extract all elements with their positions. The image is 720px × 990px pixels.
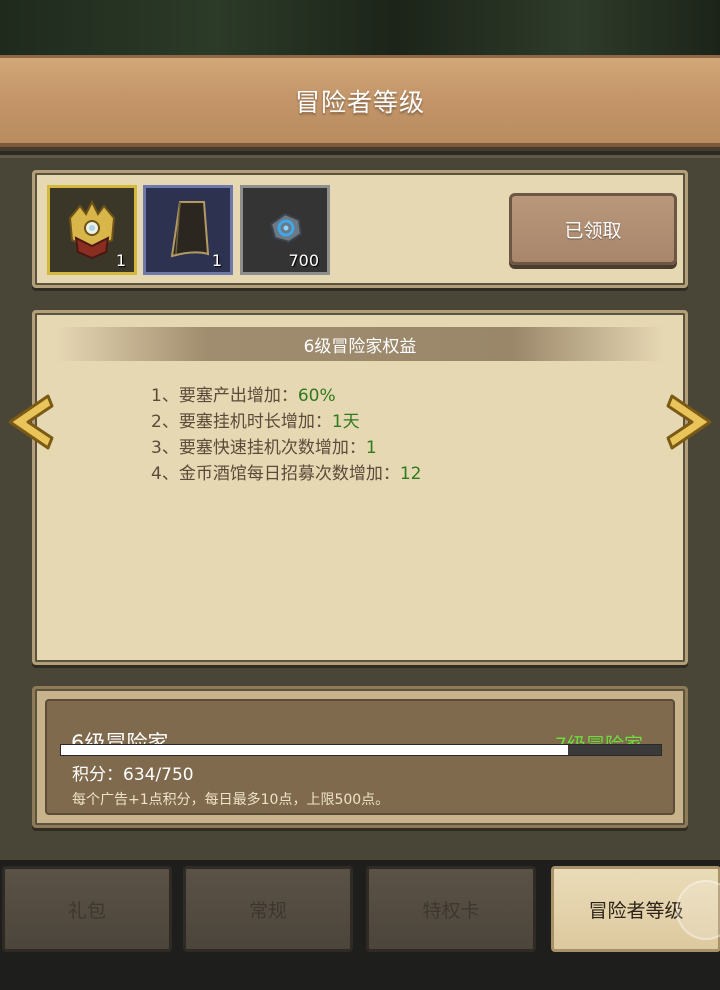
benefits-title: 6级冒险家权益 (55, 327, 665, 361)
item-count: 1 (115, 251, 126, 270)
benefit-item: 4、金币酒馆每日招募次数增加：12 (151, 459, 421, 485)
reward-item-helmet[interactable]: 1 (47, 185, 137, 275)
points-note: 每个广告+1点积分，每日最多10点，上限500点。 (72, 792, 390, 808)
level-progress-fill (61, 745, 568, 755)
benefit-item: 3、要塞快速挂机次数增加：1 (151, 433, 421, 459)
tab-gift-pack[interactable]: 礼包 (2, 866, 172, 952)
reward-item-cloak[interactable]: 1 (143, 185, 233, 275)
prev-level-button[interactable] (2, 390, 58, 454)
page-title: 冒险者等级 (294, 87, 425, 117)
benefit-value: 12 (399, 464, 422, 484)
next-level-button[interactable] (662, 390, 718, 454)
points-text: 积分：634/750 (72, 765, 194, 785)
benefit-label: 2、要塞挂机时长增加： (151, 412, 332, 432)
benefit-value: 60% (297, 386, 336, 406)
reward-panel: 1 1 700 已领取 (32, 170, 688, 288)
benefit-item: 2、要塞挂机时长增加：1天 (151, 407, 421, 433)
background-scene (0, 0, 720, 60)
benefit-value: 1 (365, 438, 377, 458)
tab-bar: 礼包 常规 特权卡 冒险者等级 (0, 860, 720, 990)
title-bar: 冒险者等级 (0, 55, 720, 147)
claim-button[interactable]: 已领取 (509, 193, 677, 265)
benefit-value: 1天 (331, 412, 360, 432)
benefits-list: 1、要塞产出增加：60% 2、要塞挂机时长增加：1天 3、要塞快速挂机次数增加：… (151, 381, 421, 485)
reward-item-gem[interactable]: 700 (240, 185, 330, 275)
item-count: 1 (211, 251, 222, 270)
tab-privilege-card[interactable]: 特权卡 (366, 866, 536, 952)
benefit-item: 1、要塞产出增加：60% (151, 381, 421, 407)
level-progress-bar (60, 744, 662, 756)
benefit-label: 1、要塞产出增加： (151, 386, 298, 406)
benefit-label: 4、金币酒馆每日招募次数增加： (151, 464, 400, 484)
benefit-label: 3、要塞快速挂机次数增加： (151, 438, 366, 458)
chevron-right-icon (666, 394, 712, 450)
chevron-left-icon (8, 394, 54, 450)
item-count: 700 (288, 251, 319, 270)
benefits-panel: 6级冒险家权益 1、要塞产出增加：60% 2、要塞挂机时长增加：1天 3、要塞快… (32, 310, 688, 665)
tab-regular[interactable]: 常规 (183, 866, 353, 952)
